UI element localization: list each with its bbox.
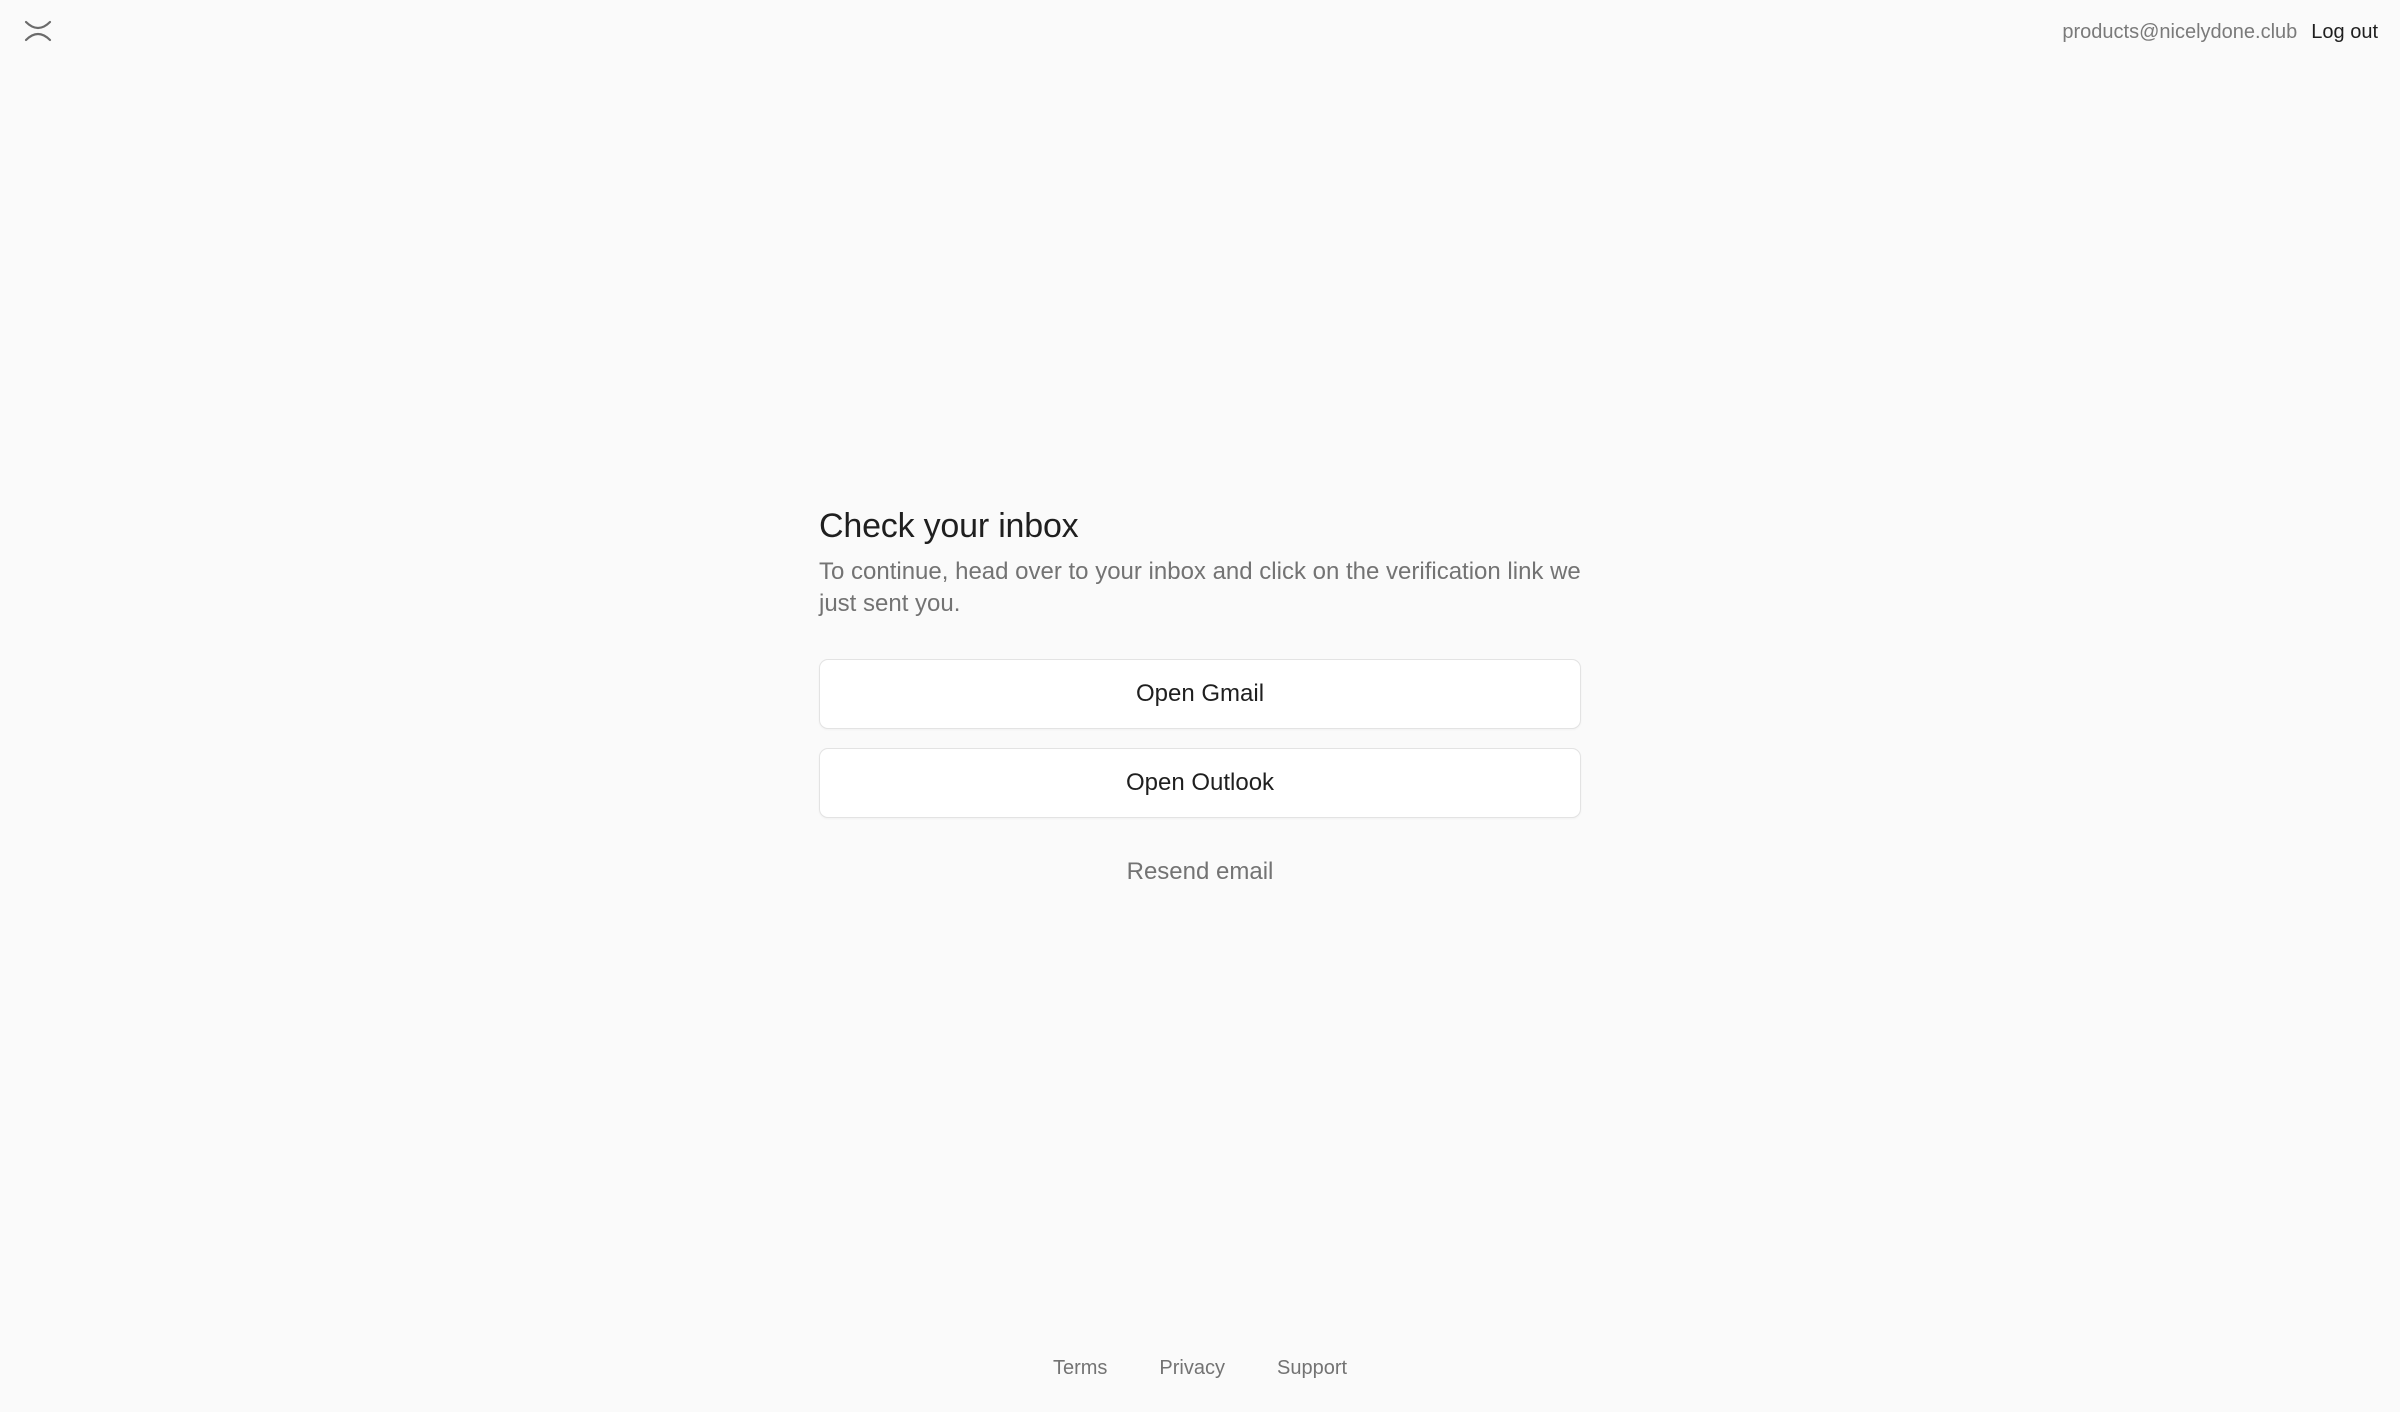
footer-link-privacy[interactable]: Privacy xyxy=(1159,1354,1225,1382)
open-gmail-button[interactable]: Open Gmail xyxy=(819,659,1581,729)
footer: Terms Privacy Support xyxy=(0,1354,2400,1382)
open-outlook-button[interactable]: Open Outlook xyxy=(819,748,1581,818)
close-x-icon[interactable] xyxy=(24,20,52,42)
page-subtitle: To continue, head over to your inbox and… xyxy=(819,558,1581,617)
footer-link-support[interactable]: Support xyxy=(1277,1354,1347,1382)
logout-link[interactable]: Log out xyxy=(2311,18,2378,46)
verification-panel: Check your inbox To continue, head over … xyxy=(819,502,1581,888)
account-area: products@nicelydone.club Log out xyxy=(2062,18,2378,46)
account-email: products@nicelydone.club xyxy=(2062,21,2298,43)
page-title: Check your inbox xyxy=(819,507,1079,545)
resend-email-link[interactable]: Resend email xyxy=(819,856,1581,888)
footer-link-terms[interactable]: Terms xyxy=(1053,1354,1107,1382)
top-bar: products@nicelydone.club Log out xyxy=(0,0,2400,64)
